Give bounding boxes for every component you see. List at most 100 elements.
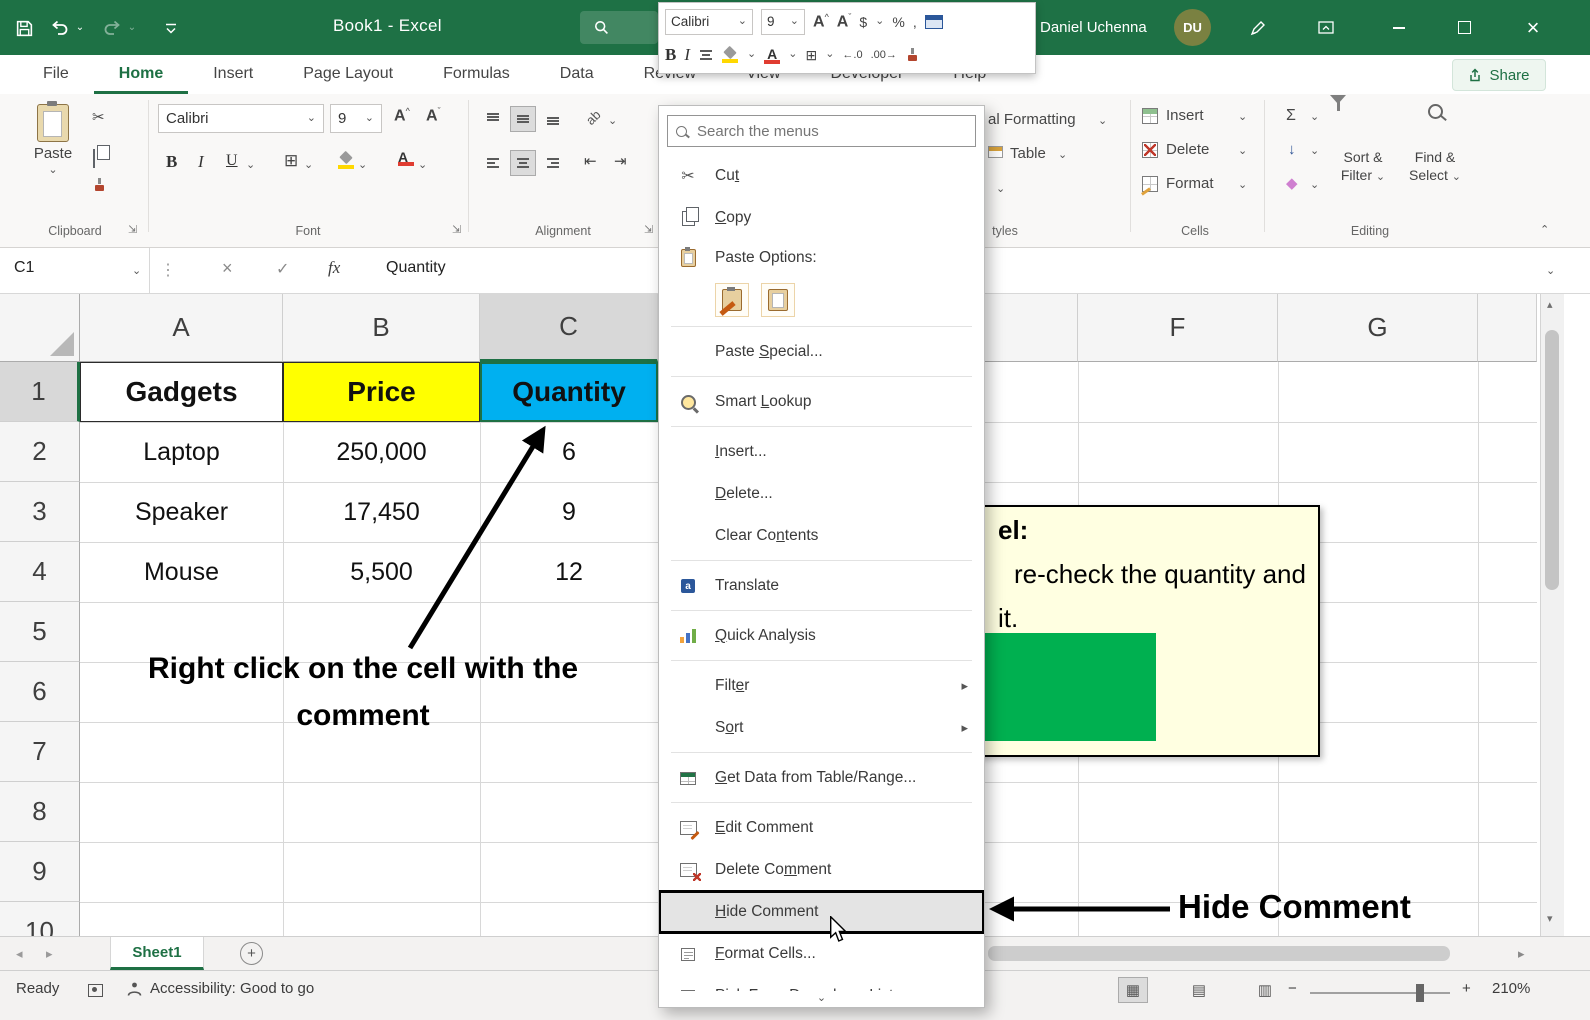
zoom-slider-thumb[interactable] [1416, 984, 1424, 1002]
align-center-icon[interactable] [510, 150, 536, 176]
cell-C2[interactable]: 6 [480, 422, 658, 482]
zoom-out-icon[interactable]: − [1288, 980, 1297, 997]
name-box-dropdown-icon[interactable]: ⌄ [132, 266, 141, 277]
cell-B3[interactable]: 17,450 [283, 482, 480, 542]
tab-home[interactable]: Home [93, 55, 189, 94]
autosum-icon[interactable]: Σ [1286, 108, 1296, 124]
formula-bar-handle-icon[interactable]: ⋮ [160, 260, 176, 280]
font-dialog-launcher-icon[interactable]: ⇲ [452, 223, 461, 236]
conditional-formatting-label-fragment[interactable]: al Formatting [988, 112, 1076, 127]
font-color-dropdown-icon[interactable]: ⌄ [788, 49, 797, 60]
sheet-nav-left-icon[interactable]: ◂ [16, 946, 23, 962]
row-header-9[interactable]: 9 [0, 842, 80, 902]
cell-C4[interactable]: 12 [480, 542, 658, 602]
zoom-level[interactable]: 210% [1492, 980, 1530, 997]
context-menu-item-cut[interactable]: ✂ Cut [659, 155, 984, 197]
paste-button[interactable]: Paste ⌄ [24, 100, 82, 216]
normal-view-button[interactable]: ▦ [1118, 977, 1148, 1003]
context-menu-item-clear-contents[interactable]: Clear Contents [659, 515, 984, 557]
redo-button[interactable] [100, 16, 124, 40]
accessibility-status[interactable]: Accessibility: Good to go [150, 980, 314, 997]
bold-button[interactable]: B [166, 152, 177, 172]
orientation-icon[interactable]: ab [583, 107, 604, 128]
fill-color-dropdown-icon[interactable]: ⌄ [747, 49, 756, 60]
decrease-font-size-icon[interactable]: Aˇ [426, 106, 441, 125]
row-header-2[interactable]: 2 [0, 422, 80, 482]
context-menu-item-delete-comment[interactable]: Delete Comment [659, 849, 984, 891]
paste-values-icon[interactable] [761, 283, 795, 317]
cell-A2[interactable]: Laptop [80, 422, 283, 482]
context-menu-item-smart-lookup[interactable]: Smart Lookup [659, 381, 984, 423]
context-menu-item-paste-options[interactable]: Paste Options: [659, 239, 984, 277]
borders-dropdown-icon[interactable]: ⌄ [304, 160, 313, 171]
sheet-nav-right-icon[interactable]: ▸ [46, 946, 53, 962]
zoom-slider-track[interactable] [1310, 992, 1450, 994]
autosum-dropdown-icon[interactable]: ⌄ [1310, 112, 1319, 123]
delete-dropdown-icon[interactable]: ⌄ [1238, 146, 1247, 157]
context-menu-item-paste-special[interactable]: Paste Special... [659, 331, 984, 373]
find-select-button[interactable]: Find & Select ⌄ [1402, 104, 1468, 183]
copy-icon[interactable] [93, 149, 95, 168]
expand-formula-bar-icon[interactable]: ⌄ [1546, 266, 1555, 277]
accounting-format-icon[interactable]: $ [859, 15, 867, 29]
cancel-icon[interactable]: × [222, 258, 233, 279]
italic-button[interactable]: I [198, 152, 204, 172]
align-top-icon[interactable] [480, 106, 506, 132]
context-menu-item-quick-analysis[interactable]: Quick Analysis [659, 615, 984, 657]
increase-font-size-icon[interactable]: A^ [813, 12, 829, 31]
underline-button[interactable]: U [226, 152, 238, 170]
percent-style-icon[interactable]: % [892, 15, 904, 29]
align-bottom-icon[interactable] [540, 106, 566, 132]
borders-icon[interactable]: ⊞ [805, 48, 817, 62]
increase-indent-icon[interactable]: ⇥ [614, 154, 627, 169]
cut-icon[interactable]: ✂ [92, 110, 105, 125]
format-dropdown-icon[interactable]: ⌄ [1238, 180, 1247, 191]
menu-scroll-hint[interactable]: ⌄ [660, 991, 983, 1006]
center-align-icon[interactable] [698, 47, 714, 63]
format-as-table-icon[interactable] [988, 146, 1003, 158]
context-menu-item-translate[interactable]: a Translate [659, 565, 984, 607]
ink-button[interactable] [1244, 14, 1272, 42]
tab-file[interactable]: File [18, 55, 94, 94]
cell-B2[interactable]: 250,000 [283, 422, 480, 482]
context-menu-item-get-data-from-table-range[interactable]: Get Data from Table/Range... [659, 757, 984, 799]
column-header-B[interactable]: B [283, 294, 480, 362]
font-color-icon[interactable]: A [764, 46, 781, 64]
search-box[interactable] [580, 11, 658, 44]
font-color-icon[interactable]: A [398, 149, 408, 166]
mini-font-name-combo[interactable]: Calibri ⌄ [665, 8, 753, 35]
select-all-corner[interactable] [0, 294, 80, 362]
cell-B1[interactable]: Price [283, 362, 480, 422]
row-header-4[interactable]: 4 [0, 542, 80, 602]
orientation-dropdown-icon[interactable]: ⌄ [608, 116, 617, 127]
column-header-F[interactable]: F [1078, 294, 1278, 362]
format-as-table-label-fragment[interactable]: Table [1010, 146, 1046, 161]
scroll-right-icon[interactable]: ▸ [1518, 946, 1525, 962]
clear-dropdown-icon[interactable]: ⌄ [1310, 180, 1319, 191]
decrease-font-size-icon[interactable]: Aˇ [837, 12, 852, 31]
merge-center-icon[interactable] [924, 14, 943, 29]
context-menu-item-edit-comment[interactable]: Edit Comment [659, 807, 984, 849]
collapse-ribbon-icon[interactable]: ⌄ [1540, 222, 1549, 234]
page-break-view-button[interactable]: ▥ [1250, 977, 1280, 1003]
row-header-5[interactable]: 5 [0, 602, 80, 662]
delete-cells-button[interactable]: Delete [1166, 142, 1209, 157]
cell-styles-dropdown-icon[interactable]: ⌄ [996, 184, 1005, 195]
ribbon-display-options-button[interactable] [1312, 14, 1340, 42]
cell-B4[interactable]: 5,500 [283, 542, 480, 602]
fill-color-dropdown-icon[interactable]: ⌄ [358, 160, 367, 171]
enter-icon[interactable]: ✓ [276, 259, 289, 279]
row-header-3[interactable]: 3 [0, 482, 80, 542]
scroll-down-icon[interactable]: ▾ [1547, 912, 1553, 925]
cell-C3[interactable]: 9 [480, 482, 658, 542]
row-header-7[interactable]: 7 [0, 722, 80, 782]
format-cells-button[interactable]: Format [1166, 176, 1214, 191]
clipboard-dialog-launcher-icon[interactable]: ⇲ [128, 223, 137, 236]
close-button[interactable]: × [1505, 0, 1561, 55]
align-right-icon[interactable] [540, 150, 566, 176]
decrease-decimal-icon[interactable]: .00→ [871, 49, 897, 61]
formula-content[interactable]: Quantity [386, 259, 446, 277]
column-header-A[interactable]: A [80, 294, 283, 362]
context-menu-item-delete[interactable]: Delete... [659, 473, 984, 515]
user-name[interactable]: Daniel Uchenna [1040, 19, 1147, 36]
